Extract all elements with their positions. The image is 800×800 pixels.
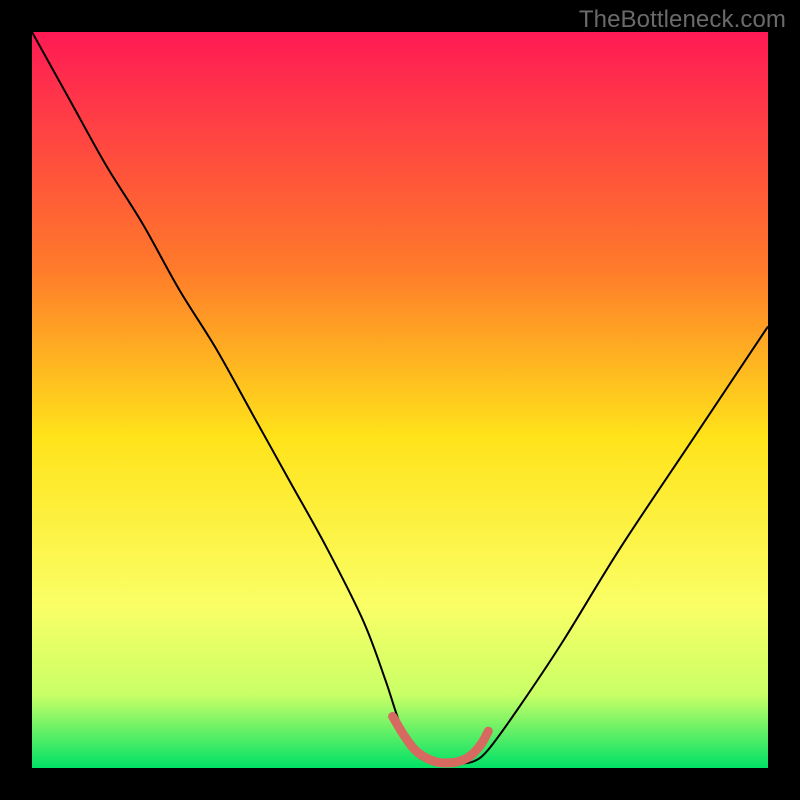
attribution-text: TheBottleneck.com (579, 6, 786, 34)
chart-gradient-bg (32, 32, 768, 768)
bottleneck-chart (0, 0, 800, 800)
chart-frame: TheBottleneck.com (0, 0, 800, 800)
